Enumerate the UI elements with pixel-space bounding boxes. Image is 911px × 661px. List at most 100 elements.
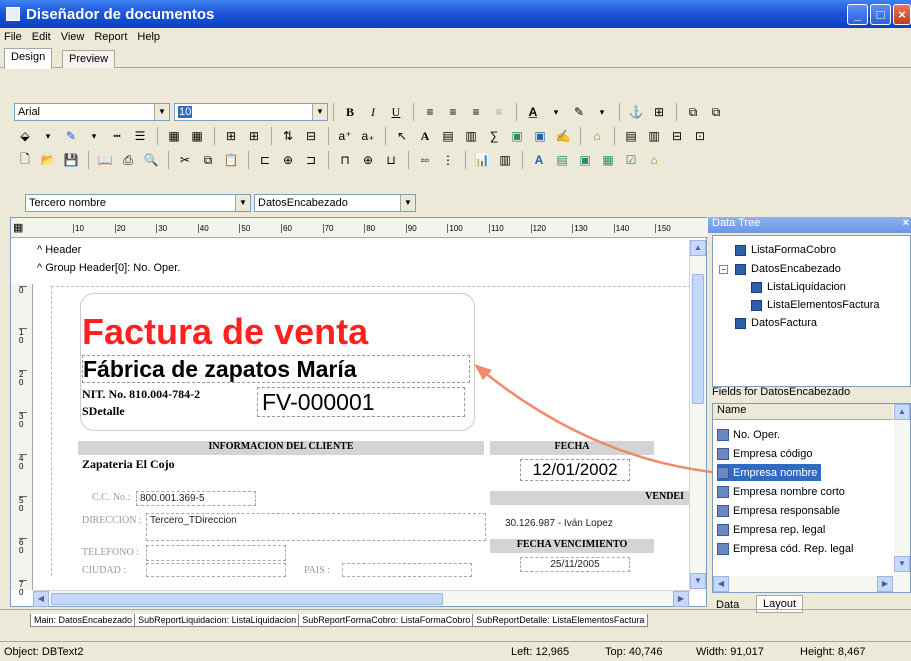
fields-list[interactable]: Name No. Oper. Empresa código Empresa no…	[712, 403, 911, 593]
font-color-icon[interactable]: A	[522, 102, 544, 122]
menu-file[interactable]: File	[4, 31, 22, 43]
align-center-icon[interactable]: ≡	[442, 102, 464, 122]
save-icon[interactable]: 💾	[60, 150, 82, 170]
anchor-icon[interactable]: ⚓	[625, 102, 647, 122]
band-group-header[interactable]: ^ Group Header[0]: No. Oper.	[37, 262, 180, 274]
richtext-icon[interactable]: ✍	[552, 126, 574, 146]
align-left-edges-icon[interactable]: ⊏	[254, 150, 276, 170]
print-icon[interactable]: ⎙	[117, 150, 139, 170]
tab-subreport-formacobro[interactable]: SubReportFormaCobro: ListaFormaCobro	[298, 614, 475, 627]
tree-node[interactable]: − DatosEncabezado	[719, 263, 841, 275]
scroll-up-icon[interactable]: ▲	[894, 404, 910, 420]
horizontal-scrollbar[interactable]: ◀ ▶	[33, 590, 691, 607]
field-item[interactable]: No. Oper.	[717, 426, 784, 443]
align-centers-icon[interactable]: ⊕	[277, 150, 299, 170]
tab-preview[interactable]: Preview	[62, 50, 116, 68]
label-tool-icon[interactable]: A	[414, 126, 436, 146]
chevron-down-icon[interactable]: ▾	[591, 102, 613, 122]
scroll-thumb[interactable]	[51, 593, 443, 605]
crosstab-icon[interactable]: ▦	[597, 150, 619, 170]
client-name-field[interactable]: Zapateria El Cojo	[82, 457, 482, 477]
field-item-selected[interactable]: Empresa nombre	[717, 464, 822, 481]
band-icon[interactable]: ▤	[620, 126, 642, 146]
table-icon[interactable]: ⊞	[220, 126, 242, 146]
image-icon[interactable]: ▣	[506, 126, 528, 146]
collapse-icon[interactable]: −	[719, 264, 728, 274]
align-right-edges-icon[interactable]: ⊐	[300, 150, 322, 170]
barcode-icon[interactable]: ▥	[494, 150, 516, 170]
bold-button[interactable]: B	[339, 102, 361, 122]
client-info-header[interactable]: INFORMACION DEL CLIENTE	[78, 441, 484, 455]
tab-subreport-detalle[interactable]: SubReportDetalle: ListaElementosFactura	[472, 614, 649, 627]
calc-icon[interactable]: ∑	[483, 126, 505, 146]
tree-node[interactable]: ListaLiquidacion	[751, 281, 846, 293]
chevron-down-icon[interactable]: ▾	[545, 102, 567, 122]
justify-icon[interactable]: ≡	[488, 102, 510, 122]
seller-field[interactable]: 30.126.987 - Iván Lopez	[502, 517, 652, 530]
scroll-left-icon[interactable]: ◀	[713, 576, 729, 592]
region-icon[interactable]: ▣	[574, 150, 596, 170]
due-date-field[interactable]: 25/11/2005	[520, 557, 630, 572]
scroll-left-icon[interactable]: ◀	[33, 591, 49, 607]
fill-color-icon[interactable]: ⬙	[14, 126, 36, 146]
menu-help[interactable]: Help	[137, 31, 160, 43]
sort-icon[interactable]: ⇅	[277, 126, 299, 146]
field-item[interactable]: Empresa rep. legal	[717, 521, 829, 538]
data-tree[interactable]: ListaFormaCobro − DatosEncabezado ListaLi…	[712, 235, 911, 387]
line-width-icon[interactable]: ☰	[129, 126, 151, 146]
print-preview-icon[interactable]: 🔍	[140, 150, 162, 170]
grid-icon[interactable]: ▦	[13, 221, 23, 234]
italic-button[interactable]: I	[362, 102, 384, 122]
band-icon[interactable]: ▥	[643, 126, 665, 146]
band-header[interactable]: ^ Header	[37, 244, 81, 256]
field-item[interactable]: Empresa código	[717, 445, 817, 462]
scroll-down-icon[interactable]: ▼	[690, 573, 706, 589]
paste-icon[interactable]: 📋	[220, 150, 242, 170]
menu-report[interactable]: Report	[94, 31, 127, 43]
underline-button[interactable]: U	[385, 102, 407, 122]
send-back-icon[interactable]: ⧉	[705, 102, 727, 122]
lock-icon[interactable]: ⌂	[643, 150, 665, 170]
tree-node[interactable]: DatosFactura	[735, 317, 817, 329]
lock-icon[interactable]: ⌂	[586, 126, 608, 146]
field-item[interactable]: Empresa nombre corto	[717, 483, 849, 500]
copy-icon[interactable]: ⧉	[197, 150, 219, 170]
font-name-combo[interactable]: Arial ▼	[14, 103, 170, 121]
filter-icon[interactable]: ⊟	[300, 126, 322, 146]
datasource-combo[interactable]: DatosEncabezado ▼	[254, 194, 416, 212]
title-text[interactable]: Factura de venta	[82, 313, 474, 351]
menu-view[interactable]: View	[61, 31, 85, 43]
address-field[interactable]: Tercero_TDireccion	[146, 513, 486, 541]
new-file-icon[interactable]: 🗋	[14, 150, 36, 170]
subscript-icon[interactable]: a₊	[357, 126, 379, 146]
open-folder-icon[interactable]: 📂	[37, 150, 59, 170]
band-icon[interactable]: ⊟	[666, 126, 688, 146]
close-button[interactable]: ×	[893, 4, 911, 25]
align-left-icon[interactable]: ≡	[419, 102, 441, 122]
field-item[interactable]: Empresa cód. Rep. legal	[717, 540, 857, 557]
seller-header[interactable]: VENDEI	[490, 491, 692, 505]
chevron-down-icon[interactable]: ▾	[83, 126, 105, 146]
chart-icon[interactable]: 📊	[471, 150, 493, 170]
dbtext-icon[interactable]: ▤	[437, 126, 459, 146]
subreport-icon[interactable]: ▤	[551, 150, 573, 170]
nit-label[interactable]: NIT. No. 810.004-784-2	[82, 387, 257, 405]
align-right-icon[interactable]: ≡	[465, 102, 487, 122]
fields-hscrollbar[interactable]: ◀ ▶	[713, 576, 910, 592]
tab-main[interactable]: Main: DatosEncabezado	[30, 614, 137, 627]
field-item[interactable]: Empresa responsable	[717, 502, 844, 519]
border-grid-icon[interactable]: ▦	[186, 126, 208, 146]
menu-edit[interactable]: Edit	[32, 31, 51, 43]
close-icon[interactable]: ×	[903, 217, 909, 229]
cut-icon[interactable]: ✂	[174, 150, 196, 170]
align-middle-icon[interactable]: ⊕	[357, 150, 379, 170]
minimize-button[interactable]: _	[847, 4, 868, 25]
checkbox-tool-icon[interactable]: ☑	[620, 150, 642, 170]
table-icon[interactable]: ⊞	[243, 126, 265, 146]
city-field[interactable]: .	[146, 563, 286, 577]
scroll-right-icon[interactable]: ▶	[673, 591, 689, 607]
group-combo[interactable]: Tercero nombre ▼	[25, 194, 251, 212]
align-top-icon[interactable]: ⊓	[334, 150, 356, 170]
detail-label[interactable]: SDetalle	[82, 404, 182, 420]
phone-field[interactable]: .	[146, 545, 286, 561]
